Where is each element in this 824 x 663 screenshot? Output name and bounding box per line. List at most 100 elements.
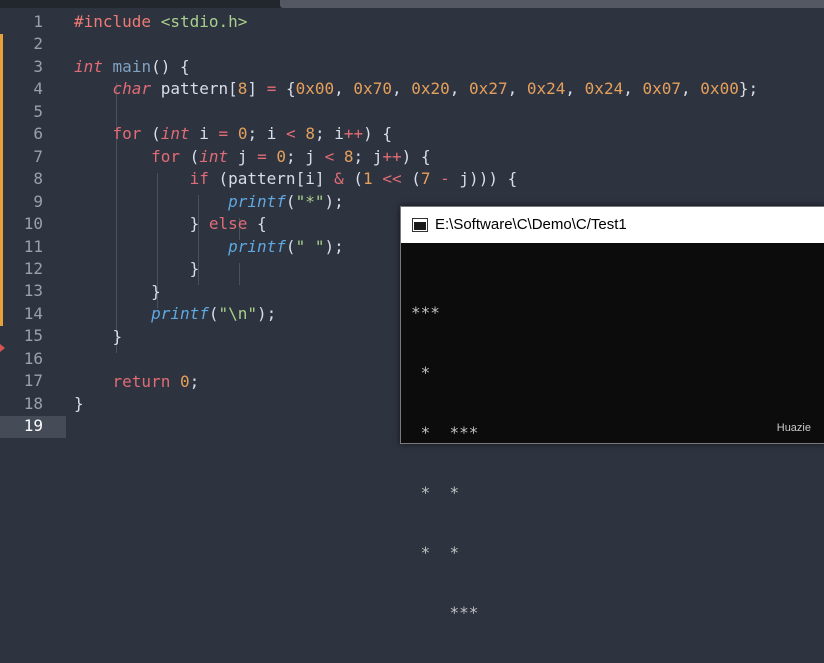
- code-line-11: printf(" ");: [74, 236, 344, 259]
- function-name: main: [112, 57, 152, 76]
- line-number: 5: [33, 101, 43, 121]
- operator: <<: [382, 169, 402, 188]
- code-text: (: [285, 237, 296, 256]
- type-keyword: int: [199, 147, 229, 166]
- tab-strip[interactable]: [280, 0, 824, 8]
- code-text: (: [151, 124, 161, 143]
- code-text: (pattern[i]: [218, 169, 325, 188]
- code-text: }: [74, 394, 84, 413]
- variable-name: j: [305, 147, 315, 166]
- line-number: 14: [23, 303, 43, 323]
- editor-tab-bar: [0, 0, 824, 8]
- hex-literal: 0x00: [295, 79, 335, 98]
- code-text: }: [189, 259, 200, 278]
- code-line-15: }: [74, 326, 123, 349]
- hex-literal: 0x24: [526, 79, 566, 98]
- code-text: };: [738, 79, 759, 98]
- number-literal: 0: [179, 372, 190, 391]
- watermark: Huazie: [776, 422, 811, 434]
- hex-literal: 0x70: [353, 79, 392, 98]
- console-output-line: * *: [411, 543, 460, 562]
- console-window[interactable]: E:\Software\C\Demo\C/Test1 *** * * *** *…: [400, 206, 824, 622]
- console-output-line: * ***: [411, 423, 479, 442]
- code-text: ,: [449, 79, 460, 98]
- keyword: return: [112, 372, 171, 391]
- code-line-1: #include <stdio.h>: [74, 11, 247, 34]
- code-text: (: [285, 192, 296, 211]
- hex-literal: 0x20: [411, 79, 450, 98]
- indent-guide: [239, 263, 240, 285]
- operator: <: [286, 124, 296, 143]
- line-number: 2: [33, 34, 43, 54]
- operator: -: [440, 169, 450, 188]
- line-number: 1: [33, 12, 43, 31]
- line-number: 17: [23, 371, 43, 391]
- code-text: ;: [314, 124, 325, 143]
- code-text: () {: [151, 57, 190, 76]
- number-literal: 0: [276, 147, 286, 166]
- operator: <: [324, 147, 335, 166]
- keyword: if: [189, 169, 209, 188]
- code-text: ]: [247, 79, 258, 98]
- code-text: ) {: [401, 147, 431, 166]
- code-text: {: [285, 79, 296, 98]
- type-keyword: int: [74, 57, 103, 76]
- code-line-8: if (pattern[i] & (1 << (7 - j))) {: [74, 168, 518, 191]
- operator: =: [218, 124, 229, 143]
- string-literal: "\n": [218, 304, 258, 323]
- code-text: }: [189, 214, 200, 233]
- console-output: *** * * *** * * * * ***: [411, 263, 815, 663]
- console-output-line: ***: [411, 603, 479, 622]
- code-line-13: }: [74, 281, 161, 304]
- line-number: 12: [23, 258, 43, 278]
- code-line-9: printf("*");: [74, 191, 344, 214]
- operator: ++: [343, 124, 364, 143]
- line-number: 11: [23, 236, 43, 256]
- string-literal: " ": [295, 237, 325, 256]
- console-output-line: *: [411, 363, 431, 382]
- preprocessor-directive: #include: [74, 12, 152, 31]
- code-text: ,: [565, 79, 576, 98]
- type-keyword: char: [112, 79, 152, 98]
- line-number: 10: [23, 214, 43, 234]
- hex-literal: 0x27: [469, 79, 508, 98]
- number-literal: 1: [363, 169, 373, 188]
- hex-literal: 0x24: [584, 79, 624, 98]
- number-literal: 7: [420, 169, 431, 188]
- console-titlebar[interactable]: E:\Software\C\Demo\C/Test1: [401, 207, 824, 243]
- code-line-18: }: [74, 393, 84, 416]
- operator: =: [266, 79, 277, 98]
- variable-name: i: [334, 124, 344, 143]
- variable-name: j: [372, 147, 383, 166]
- code-text: (: [208, 304, 219, 323]
- code-text: );: [257, 304, 277, 323]
- code-text: ,: [334, 79, 344, 98]
- line-number: 9: [33, 191, 43, 211]
- line-number: 4: [33, 79, 43, 99]
- code-text: j))) {: [459, 169, 518, 188]
- code-text: }: [151, 282, 161, 301]
- console-app-icon: [412, 218, 428, 232]
- hex-literal: 0x00: [700, 79, 739, 98]
- code-line-17: return 0;: [74, 371, 200, 394]
- code-line-10: } else {: [74, 213, 267, 236]
- keyword: for: [112, 124, 142, 143]
- console-output-line: ***: [411, 303, 440, 322]
- code-text: ;: [189, 372, 200, 391]
- console-output-line: * *: [411, 483, 460, 502]
- keyword: else: [208, 214, 248, 233]
- line-number: 15: [23, 326, 43, 346]
- number-literal: 8: [237, 79, 248, 98]
- function-call: printf: [228, 237, 286, 256]
- code-text: ;: [353, 147, 364, 166]
- code-text: );: [324, 192, 344, 211]
- code-text: (: [189, 147, 200, 166]
- line-number: 7: [33, 146, 43, 166]
- code-text: ,: [623, 79, 633, 98]
- variable-name: i: [199, 124, 209, 143]
- code-text: ) {: [363, 124, 393, 143]
- include-header: <stdio.h>: [160, 12, 248, 31]
- code-line-12: }: [74, 258, 200, 281]
- code-text: ;: [247, 124, 258, 143]
- string-literal: "*": [295, 192, 325, 211]
